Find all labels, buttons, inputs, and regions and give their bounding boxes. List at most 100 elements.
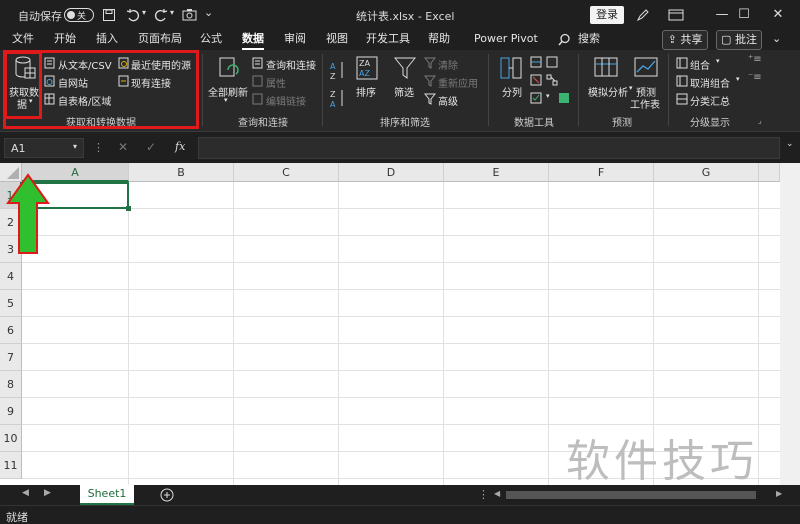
outline-settings-icon[interactable]: ⌟ bbox=[758, 116, 762, 125]
subtotal-button[interactable]: 分类汇总 bbox=[690, 93, 730, 108]
search-label[interactable]: 搜索 bbox=[578, 30, 600, 50]
group-dropdown-icon[interactable]: ▾ bbox=[716, 57, 720, 65]
tab-power-pivot[interactable]: Power Pivot bbox=[474, 30, 538, 50]
prev-sheet-icon[interactable]: ◀ bbox=[22, 488, 29, 498]
sort-za-icon[interactable]: ZA bbox=[330, 88, 346, 110]
group-button[interactable]: 组合 bbox=[690, 57, 710, 72]
refresh-all-icon[interactable] bbox=[218, 56, 240, 80]
close-icon[interactable]: ✕ bbox=[756, 0, 800, 30]
sheet-tab-sheet1[interactable]: Sheet1 bbox=[80, 485, 134, 505]
properties-button[interactable]: 属性 bbox=[266, 75, 286, 90]
redo-icon[interactable] bbox=[154, 8, 168, 22]
ribbon-collapse-icon[interactable]: ⌄ bbox=[772, 30, 781, 50]
data-model-icon[interactable] bbox=[558, 92, 570, 104]
camera-icon[interactable] bbox=[182, 8, 197, 22]
horizontal-scrollbar[interactable] bbox=[506, 491, 756, 499]
remove-duplicates-icon[interactable] bbox=[530, 74, 542, 86]
tab-home[interactable]: 开始 bbox=[54, 30, 76, 50]
expand-formula-icon[interactable]: ⌄ bbox=[786, 139, 794, 149]
tab-view[interactable]: 视图 bbox=[326, 30, 348, 50]
validation-dropdown-icon[interactable]: ▾ bbox=[546, 92, 550, 100]
undo-dropdown-icon[interactable]: ▾ bbox=[142, 8, 146, 17]
forecast-sheet-button-line2[interactable]: 工作表 bbox=[630, 96, 660, 111]
customize-toolbar-icon[interactable]: ⌄ bbox=[204, 6, 213, 19]
tab-developer[interactable]: 开发工具 bbox=[366, 30, 410, 50]
tab-insert[interactable]: 插入 bbox=[96, 30, 118, 50]
window-title: 统计表.xlsx - Excel bbox=[356, 8, 454, 24]
tab-split-grip-icon[interactable]: ⋮ bbox=[478, 488, 489, 501]
column-header-c[interactable]: C bbox=[234, 163, 339, 182]
what-if-button[interactable]: 模拟分析 bbox=[588, 84, 628, 99]
what-if-dropdown-icon[interactable]: ▾ bbox=[629, 84, 633, 92]
what-if-icon[interactable] bbox=[594, 56, 618, 80]
column-header-b[interactable]: B bbox=[129, 163, 234, 182]
advanced-button[interactable]: 高级 bbox=[438, 93, 458, 108]
sort-icon[interactable]: ZAAZ bbox=[356, 56, 378, 80]
column-header-h[interactable] bbox=[759, 163, 780, 182]
cancel-icon[interactable]: ✕ bbox=[118, 140, 128, 154]
filter-button[interactable]: 筛选 bbox=[394, 84, 414, 99]
split-button[interactable]: 分列 bbox=[502, 84, 522, 99]
tab-review[interactable]: 审阅 bbox=[284, 30, 306, 50]
reapply-button[interactable]: 重新应用 bbox=[438, 75, 478, 90]
data-validation-icon[interactable] bbox=[530, 92, 542, 104]
fill-handle[interactable] bbox=[126, 206, 131, 211]
redo-dropdown-icon[interactable]: ▾ bbox=[170, 8, 174, 17]
tab-formulas[interactable]: 公式 bbox=[200, 30, 222, 50]
show-detail-icon[interactable]: ⁺≡ bbox=[748, 54, 762, 65]
scroll-left-icon[interactable]: ◀ bbox=[494, 489, 500, 498]
name-box[interactable]: A1 ▾ bbox=[4, 138, 84, 158]
column-header-g[interactable]: G bbox=[654, 163, 759, 182]
next-sheet-icon[interactable]: ▶ bbox=[44, 488, 51, 498]
formula-input[interactable] bbox=[198, 137, 780, 159]
sort-button[interactable]: 排序 bbox=[356, 84, 376, 99]
filter-icon[interactable] bbox=[394, 56, 416, 80]
insert-function-icon[interactable]: fx bbox=[175, 140, 185, 153]
column-header-e[interactable]: E bbox=[444, 163, 549, 182]
worksheet-grid[interactable]: A B C D E F G 1 2 3 4 5 6 7 8 9 10 11 软件… bbox=[0, 163, 800, 485]
refresh-dropdown-icon[interactable]: ▾ bbox=[224, 96, 228, 104]
vertical-scrollbar[interactable] bbox=[780, 163, 800, 485]
row-header-9[interactable]: 9 bbox=[0, 398, 22, 425]
column-header-f[interactable]: F bbox=[549, 163, 654, 182]
login-button[interactable]: 登录 bbox=[590, 6, 624, 24]
refresh-all-button[interactable]: 全部刷新 bbox=[208, 84, 248, 99]
text-to-columns-icon[interactable] bbox=[500, 56, 522, 80]
hide-detail-icon[interactable]: ⁻≡ bbox=[748, 72, 762, 83]
row-header-5[interactable]: 5 bbox=[0, 290, 22, 317]
tab-page-layout[interactable]: 页面布局 bbox=[138, 30, 182, 50]
sort-az-icon[interactable]: AZ bbox=[330, 60, 346, 82]
gridline bbox=[22, 262, 780, 263]
share-button[interactable]: ⇪ 共享 bbox=[662, 30, 708, 50]
scroll-right-icon[interactable]: ▶ bbox=[776, 489, 782, 498]
row-header-8[interactable]: 8 bbox=[0, 371, 22, 398]
forecast-sheet-icon[interactable] bbox=[634, 56, 658, 80]
undo-icon[interactable] bbox=[126, 8, 140, 22]
row-header-11[interactable]: 11 bbox=[0, 452, 22, 479]
ungroup-dropdown-icon[interactable]: ▾ bbox=[736, 75, 740, 83]
enter-icon[interactable]: ✓ bbox=[146, 140, 156, 154]
consolidate-icon[interactable] bbox=[546, 56, 558, 68]
add-sheet-icon[interactable] bbox=[160, 488, 174, 502]
queries-connections-button[interactable]: 查询和连接 bbox=[266, 57, 316, 72]
ungroup-button[interactable]: 取消组合 bbox=[690, 75, 730, 90]
name-box-dropdown-icon[interactable]: ▾ bbox=[73, 142, 77, 151]
tab-file[interactable]: 文件 bbox=[12, 30, 34, 50]
tab-help[interactable]: 帮助 bbox=[428, 30, 450, 50]
clear-button[interactable]: 清除 bbox=[438, 57, 458, 72]
save-icon[interactable] bbox=[102, 8, 116, 22]
relationships-icon[interactable] bbox=[546, 74, 558, 86]
edit-links-button[interactable]: 编辑链接 bbox=[266, 93, 306, 108]
flash-fill-icon[interactable] bbox=[530, 56, 542, 68]
row-header-10[interactable]: 10 bbox=[0, 425, 22, 452]
row-header-4[interactable]: 4 bbox=[0, 263, 22, 290]
pen-icon[interactable] bbox=[636, 8, 650, 22]
column-header-d[interactable]: D bbox=[339, 163, 444, 182]
autosave-toggle[interactable]: 关 bbox=[64, 8, 94, 22]
tab-data[interactable]: 数据 bbox=[242, 30, 264, 50]
comments-button[interactable]: ▢ 批注 bbox=[716, 30, 762, 50]
row-header-6[interactable]: 6 bbox=[0, 317, 22, 344]
ribbon-display-icon[interactable] bbox=[668, 8, 684, 22]
row-header-7[interactable]: 7 bbox=[0, 344, 22, 371]
search-icon[interactable] bbox=[558, 33, 571, 46]
